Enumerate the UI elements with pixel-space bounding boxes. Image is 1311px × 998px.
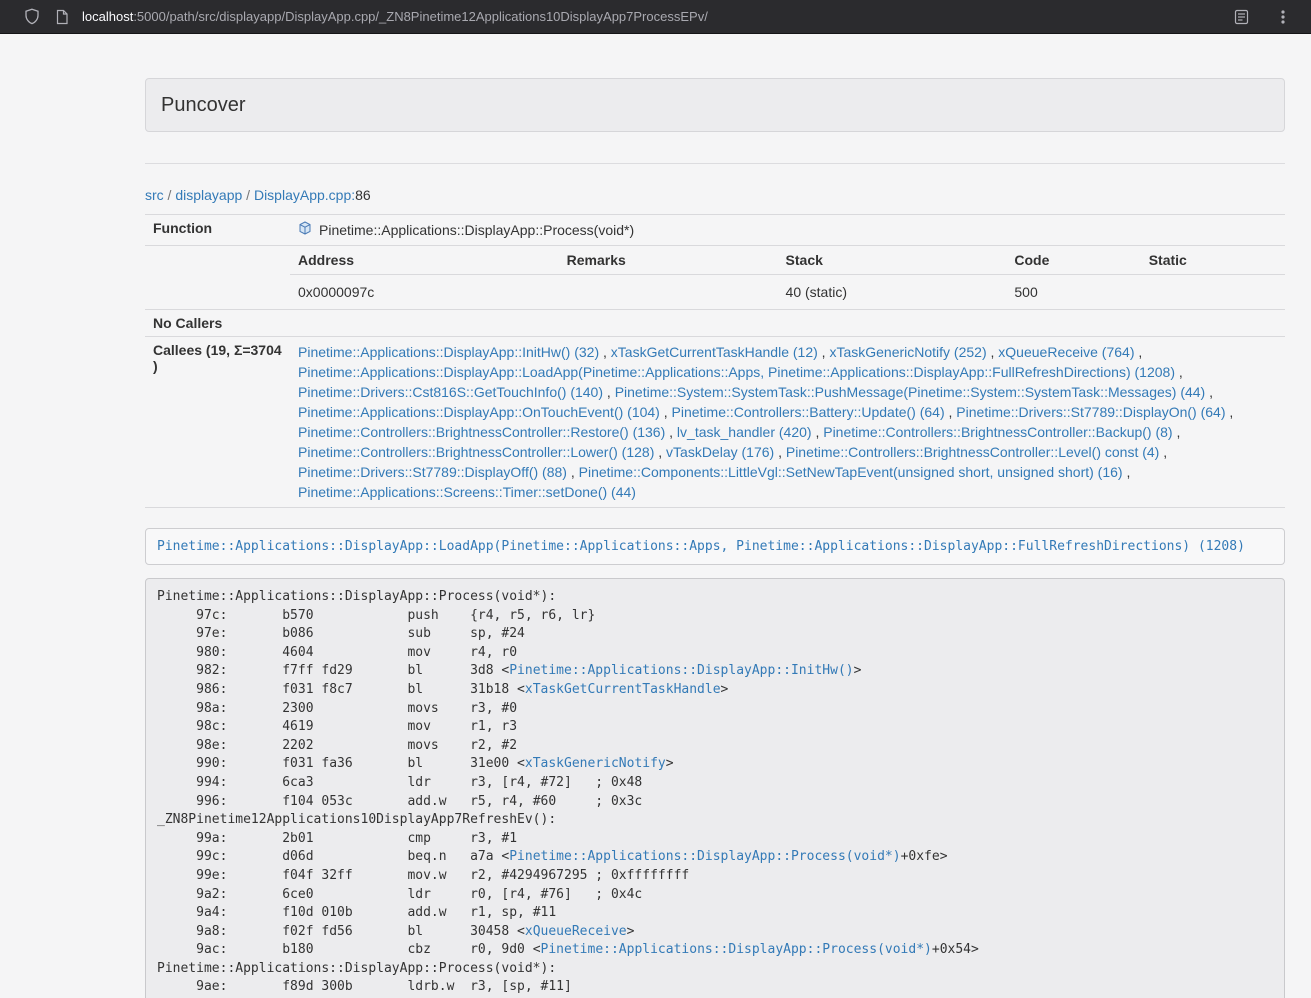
col-address: Address <box>290 246 559 275</box>
callee-separator: , <box>1226 404 1234 420</box>
callee-link[interactable]: vTaskDelay (176) <box>666 444 774 460</box>
code-symbol-link[interactable]: Pinetime::Applications::DisplayApp::Proc… <box>541 942 932 957</box>
code-symbol-link[interactable]: xQueueReceive <box>525 924 627 939</box>
no-callers-label: No Callers <box>145 310 290 337</box>
callees-row: Callees (19, Σ=3704 ) Pinetime::Applicat… <box>145 337 1285 508</box>
callees-cell: Pinetime::Applications::DisplayApp::Init… <box>290 337 1285 508</box>
code-symbol-link[interactable]: Pinetime::Applications::DisplayApp::Proc… <box>509 849 900 864</box>
function-row-label: Function <box>145 215 290 246</box>
disassembly-block: Pinetime::Applications::DisplayApp::Proc… <box>145 578 1285 998</box>
remarks-value <box>559 275 778 310</box>
callee-link[interactable]: Pinetime::Controllers::BrightnessControl… <box>298 444 654 460</box>
browser-toolbar: localhost:5000/path/src/displayapp/Displ… <box>0 0 1311 34</box>
selected-callee-link[interactable]: Pinetime::Applications::DisplayApp::Load… <box>157 539 1245 554</box>
url-host: localhost <box>82 9 133 24</box>
details-header-row: Address Remarks Stack Code Static <box>290 246 1285 275</box>
col-static: Static <box>1141 246 1285 275</box>
function-cell: Pinetime::Applications::DisplayApp::Proc… <box>298 220 1277 240</box>
function-name: Pinetime::Applications::DisplayApp::Proc… <box>319 220 634 240</box>
callee-link[interactable]: Pinetime::Controllers::BrightnessControl… <box>823 424 1172 440</box>
callee-link[interactable]: xTaskGetCurrentTaskHandle (12) <box>611 344 818 360</box>
details-row-label <box>145 246 290 310</box>
callee-link[interactable]: Pinetime::Applications::DisplayApp::OnTo… <box>298 404 660 420</box>
callee-separator: , <box>818 344 830 360</box>
callee-link[interactable]: Pinetime::Drivers::St7789::DisplayOn() (… <box>956 404 1225 420</box>
callee-separator: , <box>1134 344 1142 360</box>
callee-link[interactable]: Pinetime::Controllers::BrightnessControl… <box>786 444 1159 460</box>
col-code: Code <box>1006 246 1140 275</box>
breadcrumb-link[interactable]: src <box>145 187 164 203</box>
callee-separator: , <box>654 444 666 460</box>
code-symbol-link[interactable]: Pinetime::Applications::DisplayApp::Init… <box>509 663 853 678</box>
callee-link[interactable]: lv_task_handler (420) <box>677 424 812 440</box>
toolbar-right-icons <box>1231 7 1293 27</box>
callee-link[interactable]: xQueueReceive (764) <box>998 344 1134 360</box>
col-remarks: Remarks <box>559 246 778 275</box>
callee-link[interactable]: Pinetime::Applications::DisplayApp::Init… <box>298 344 599 360</box>
breadcrumb-separator: / <box>164 187 176 203</box>
shield-icon[interactable] <box>22 7 42 27</box>
function-icon <box>298 220 312 240</box>
callee-link[interactable]: Pinetime::Applications::Screens::Timer::… <box>298 484 636 500</box>
symbol-table: Function Pinetime::Applications::Display… <box>145 214 1285 508</box>
callee-link[interactable]: Pinetime::Components::LittleVgl::SetNewT… <box>579 464 1123 480</box>
callee-link[interactable]: Pinetime::Controllers::Battery::Update()… <box>672 404 945 420</box>
page-info-icon[interactable] <box>52 7 72 27</box>
function-row: Function Pinetime::Applications::Display… <box>145 215 1285 246</box>
callee-separator: , <box>945 404 957 420</box>
callee-separator: , <box>1173 424 1181 440</box>
callee-separator: , <box>1123 464 1131 480</box>
callee-link[interactable]: Pinetime::Controllers::BrightnessControl… <box>298 424 665 440</box>
callee-separator: , <box>1159 444 1167 460</box>
callee-separator: , <box>599 344 611 360</box>
address-value: 0x0000097c <box>290 275 559 310</box>
callee-link[interactable]: Pinetime::Drivers::St7789::DisplayOff() … <box>298 464 567 480</box>
code-symbol-link[interactable]: xTaskGetCurrentTaskHandle <box>525 682 721 697</box>
callee-separator: , <box>1205 384 1213 400</box>
col-stack: Stack <box>778 246 1007 275</box>
breadcrumb-link[interactable]: DisplayApp.cpp: <box>254 187 355 203</box>
breadcrumb: src / displayapp / DisplayApp.cpp:86 <box>145 185 1285 205</box>
callee-separator: , <box>603 384 615 400</box>
details-row: Address Remarks Stack Code Static 0x0000… <box>145 246 1285 310</box>
app-title: Puncover <box>161 94 1269 116</box>
callee-separator: , <box>660 404 672 420</box>
breadcrumb-separator: / <box>242 187 254 203</box>
code-symbol-link[interactable]: xTaskGenericNotify <box>525 756 666 771</box>
static-value <box>1141 275 1285 310</box>
callee-separator: , <box>812 424 824 440</box>
page-content: Puncover src / displayapp / DisplayApp.c… <box>145 34 1285 998</box>
callee-link[interactable]: Pinetime::Drivers::Cst816S::GetTouchInfo… <box>298 384 603 400</box>
breadcrumb-link[interactable]: displayapp <box>175 187 242 203</box>
callee-link[interactable]: xTaskGenericNotify (252) <box>829 344 986 360</box>
callers-cell <box>290 310 1285 337</box>
code-value: 500 <box>1006 275 1140 310</box>
callees-label: Callees (19, Σ=3704 ) <box>145 337 290 508</box>
selected-callee-box: Pinetime::Applications::DisplayApp::Load… <box>145 528 1285 565</box>
url-bar[interactable]: localhost:5000/path/src/displayapp/Displ… <box>82 9 1231 24</box>
breadcrumb-line-number: 86 <box>355 187 371 203</box>
app-header-panel: Puncover <box>145 78 1285 132</box>
url-path: :5000/path/src/displayapp/DisplayApp.cpp… <box>133 9 708 24</box>
kebab-menu-icon[interactable] <box>1273 7 1293 27</box>
details-value-row: 0x0000097c 40 (static) 500 <box>290 275 1285 310</box>
callee-link[interactable]: Pinetime::System::SystemTask::PushMessag… <box>615 384 1206 400</box>
divider <box>145 163 1285 164</box>
callee-separator: , <box>1175 364 1183 380</box>
callee-separator: , <box>665 424 677 440</box>
callee-separator: , <box>774 444 786 460</box>
stack-value: 40 (static) <box>778 275 1007 310</box>
no-callers-row: No Callers <box>145 310 1285 337</box>
reader-mode-icon[interactable] <box>1231 7 1251 27</box>
callee-separator: , <box>987 344 999 360</box>
callee-separator: , <box>567 464 579 480</box>
symbol-details-table: Address Remarks Stack Code Static 0x0000… <box>290 246 1285 309</box>
callee-link[interactable]: Pinetime::Applications::DisplayApp::Load… <box>298 364 1175 380</box>
